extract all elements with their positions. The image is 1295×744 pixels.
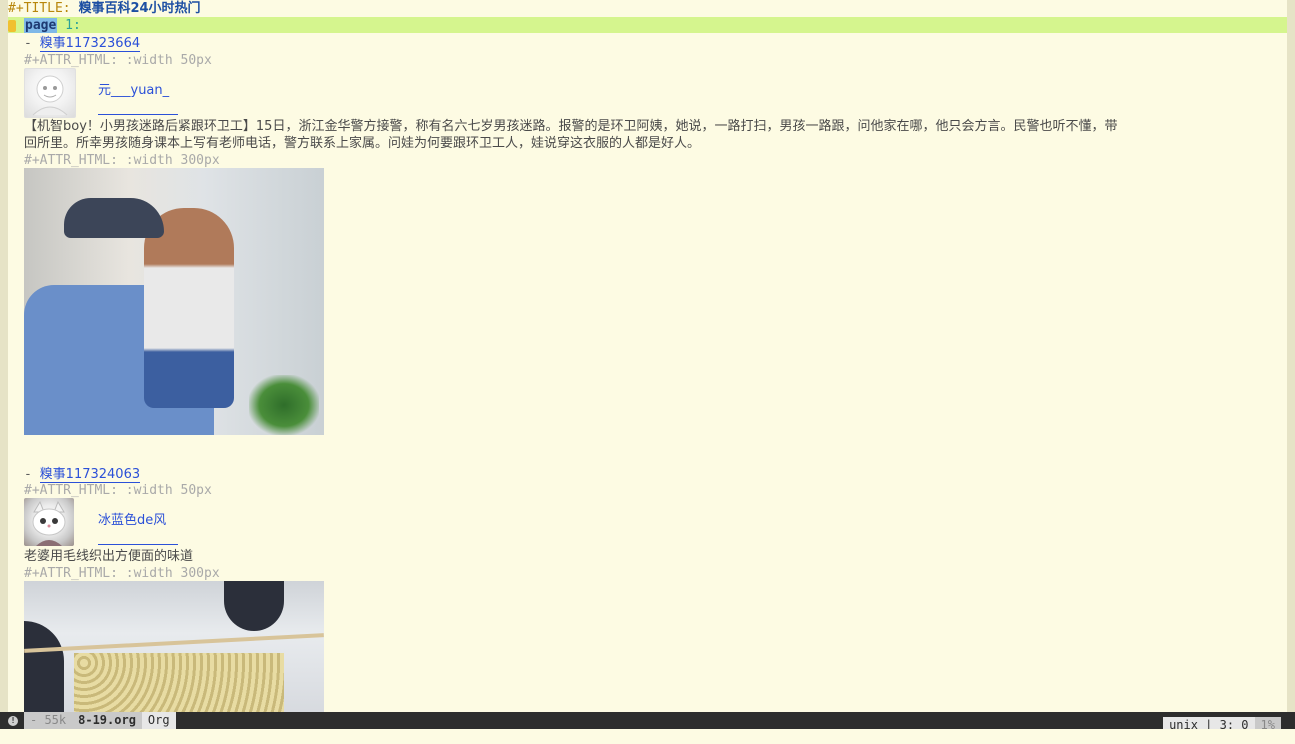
current-line-highlight — [8, 17, 1287, 33]
attr-html-line: #+ATTR_HTML: :width 300px — [24, 153, 220, 168]
avatar-drawing — [32, 500, 66, 546]
title-line[interactable]: #+TITLE: 糗事百科24小时热门 — [8, 0, 201, 17]
photo-dark-fabric — [24, 621, 64, 712]
entry-link-prefix: 糗事 — [39, 467, 66, 482]
mode-line-left: ! - 55k 8-19.org Org — [0, 712, 176, 729]
avatar-icon — [24, 498, 74, 546]
photo-child — [144, 208, 234, 408]
avatar-drawing — [32, 75, 68, 116]
right-fringe — [1287, 0, 1295, 712]
major-mode[interactable]: Org — [141, 712, 176, 729]
entry-link-line[interactable]: - 糗事117323664 — [24, 35, 141, 52]
username-underline — [98, 114, 178, 115]
entry-link-id: 117324063 — [65, 467, 141, 482]
post-content-line-1: 老婆用毛线织出方便面的味道 — [24, 549, 194, 564]
document-title: 糗事百科24小时热门 — [78, 1, 201, 16]
entry-link[interactable]: 糗事117324063 — [39, 467, 141, 483]
editor-buffer[interactable]: #+TITLE: 糗事百科24小时热门 page 1: - 糗事11732366… — [8, 0, 1287, 712]
username-link[interactable]: 冰蓝色de风 — [98, 509, 166, 528]
page-heading[interactable]: page 1: — [8, 17, 81, 34]
entry-link-line[interactable]: - 糗事117324063 — [24, 466, 141, 483]
photo-dark-fabric — [224, 581, 284, 631]
list-dash: - — [24, 36, 40, 51]
post-content-line-2: 回所里。所幸男孩随身课本上写有老师电话，警方联系上家属。问娃为何要跟环卫工人，娃… — [24, 136, 701, 151]
photo-cap — [64, 198, 164, 238]
echo-area — [0, 729, 1295, 744]
mode-line: ! - 55k 8-19.org Org unix | 3: 0 1% — [0, 712, 1295, 734]
entry-link[interactable]: 糗事117323664 — [39, 36, 141, 52]
mode-line-end — [1281, 712, 1295, 729]
selected-word[interactable]: page — [24, 18, 58, 33]
photo-knitted-noodles — [74, 653, 284, 712]
buffer-name[interactable]: 8-19.org — [72, 712, 142, 729]
avatar-icon — [24, 68, 76, 118]
info-icon[interactable]: ! — [8, 715, 18, 726]
title-keyword: #+TITLE: — [8, 1, 71, 16]
username-link[interactable]: 元___yuan_ — [98, 79, 169, 98]
attr-html-line: #+ATTR_HTML: :width 300px — [24, 566, 220, 581]
page-heading-rest: 1: — [57, 18, 81, 33]
username-underline — [98, 544, 178, 545]
photo-knitting-needle — [24, 633, 324, 653]
post-image — [24, 168, 324, 435]
attr-html-line: #+ATTR_HTML: :width 50px — [24, 483, 212, 498]
post-content-line-1: 【机智boy！小男孩迷路后紧跟环卫工】15日，浙江金华警方接警，称有名六七岁男孩… — [24, 119, 1118, 134]
bullet-icon — [8, 19, 16, 32]
mode-line-right: unix | 3: 0 1% — [1163, 712, 1295, 734]
list-dash: - — [24, 467, 40, 482]
photo-plant — [249, 375, 319, 435]
left-fringe — [0, 0, 8, 712]
post-image — [24, 581, 324, 712]
attr-html-line: #+ATTR_HTML: :width 50px — [24, 53, 212, 68]
entry-link-prefix: 糗事 — [39, 36, 66, 51]
buffer-size: - 55k — [24, 712, 73, 729]
entry-link-id: 117323664 — [65, 36, 141, 51]
